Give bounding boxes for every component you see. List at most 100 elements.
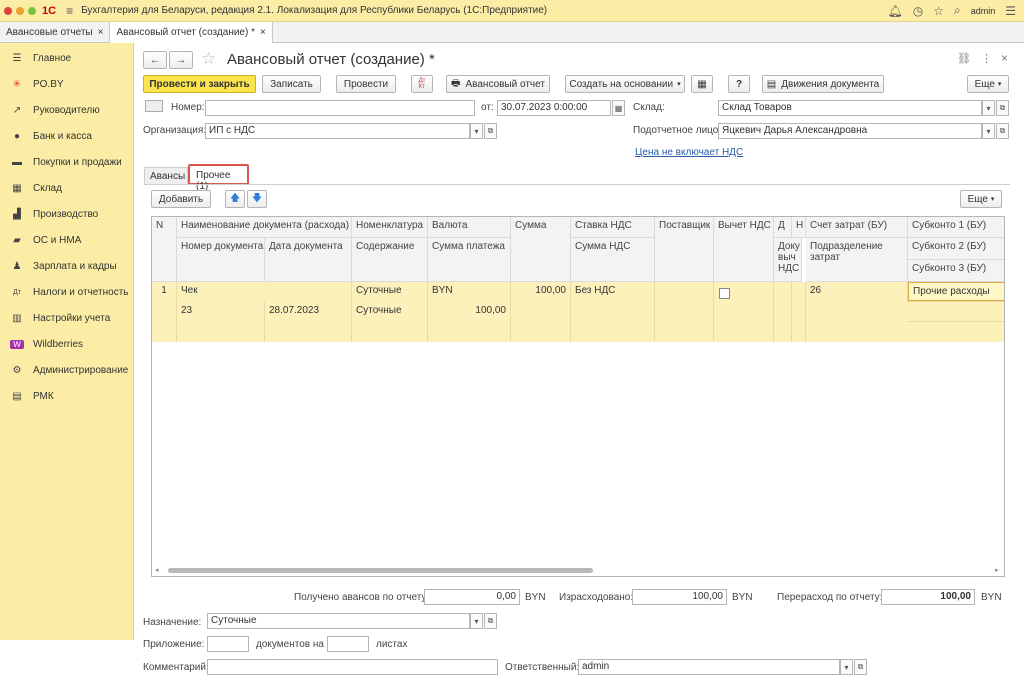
scroll-right-icon[interactable]: ▸ [995,566,999,574]
sidebar-item-sales[interactable]: ▬ Покупки и продажи [0,149,133,175]
cell-nomenclature[interactable]: Суточные [352,282,428,302]
minimize-window-icon[interactable] [16,6,24,15]
sidebar-item-bank[interactable]: ● Банк и касса [0,123,133,149]
number-field[interactable] [205,100,475,116]
tab-other[interactable]: Прочее (1) [188,164,249,192]
chevron-down-icon[interactable]: ▾ [840,659,853,675]
write-button[interactable]: Записать [262,75,321,93]
user-name[interactable]: admin [971,6,996,16]
cell-doc-date[interactable]: 28.07.2023 [265,302,352,342]
sidebar-item-fixed-assets[interactable]: ▰ ОС и НМА [0,227,133,253]
cell-cost-account[interactable]: 26 [806,282,908,302]
cell-subconto-1[interactable]: Прочие расходы [908,282,1004,301]
cell-subconto-2[interactable] [908,301,1004,321]
tab-advance-report-new[interactable]: Авансовый отчет (создание) * × [110,22,273,43]
table-row[interactable]: 1 Чек 23 28.07.2023 Суточные Суточные BY… [152,282,1004,342]
open-icon[interactable]: ⧉ [854,659,867,675]
cell-doc-name[interactable]: Чек [177,282,352,302]
bell-icon[interactable]: 🔔︎ [888,4,903,18]
movements-button[interactable]: ▤ Движения документа [762,75,884,93]
person-field[interactable]: Яцкевич Дарья Александровна [718,123,982,139]
close-form-icon[interactable]: × [1001,51,1008,65]
dt-kt-icon[interactable]: Дт Кт [411,75,433,93]
open-icon[interactable]: ⧉ [484,613,497,629]
sidebar-item-admin[interactable]: ⚙ Администрирование [0,357,133,383]
sidebar-item-taxes[interactable]: Дт Налоги и отчетность [0,279,133,305]
cell-h[interactable] [792,282,806,342]
move-down-icon[interactable]: 🡇 [247,190,267,208]
attachment-sheets-field[interactable] [327,636,369,652]
open-icon[interactable]: ⧉ [996,123,1009,139]
cell-vat-rate[interactable]: Без НДС [571,282,655,302]
vat-price-link[interactable]: Цена не включает НДС [635,147,743,158]
structure-icon[interactable]: ▦ [691,75,713,93]
chevron-down-icon[interactable]: ▾ [470,613,483,629]
grid-more-button[interactable]: Еще ▾ [960,190,1002,208]
search-icon[interactable]: ⌕ [954,3,961,18]
sidebar-item-rmk[interactable]: ▤ РМК [0,383,133,409]
cell-vat-sum[interactable] [571,302,655,342]
horizontal-scrollbar[interactable] [168,568,593,573]
create-based-button[interactable]: Создать на основании ▾ [565,75,685,93]
cell-supplier[interactable] [655,282,714,342]
attachment-docs-field[interactable] [207,636,249,652]
help-button[interactable]: ? [728,75,750,93]
sidebar-item-wildberries[interactable]: W Wildberries [0,331,133,357]
open-windows-bar: Авансовые отчеты × Авансовый отчет (созда… [0,22,1024,43]
book-icon: ▥ [12,312,22,324]
cell-currency[interactable]: BYN [428,282,511,302]
cell-pay-sum[interactable]: 100,00 [428,302,511,342]
cell-doc-number[interactable]: 23 [177,302,265,342]
responsible-field[interactable]: admin [578,659,840,675]
back-button[interactable]: ← [143,51,167,69]
expenses-table[interactable]: N Наименование документа (расхода) Номер… [151,216,1005,577]
tab-advances[interactable]: Авансы [144,167,188,185]
close-tab-icon[interactable]: × [98,27,104,38]
calendar-icon[interactable]: ▦ [612,100,625,116]
move-up-icon[interactable]: 🡅 [225,190,245,208]
more-icon[interactable]: ☰ [1005,4,1016,18]
close-window-icon[interactable] [4,6,12,15]
main-menu-icon[interactable]: ≡ [66,4,73,18]
cell-subconto-3[interactable] [908,321,1004,342]
more-button[interactable]: Еще ▾ [967,75,1009,93]
kebab-icon[interactable]: ⋮ [981,52,992,65]
tab-advance-reports[interactable]: Авансовые отчеты × [0,22,111,43]
sidebar-item-manager[interactable]: ↗ Руководителю [0,97,133,123]
open-icon[interactable]: ⧉ [996,100,1009,116]
post-and-close-button[interactable]: Провести и закрыть [143,75,256,93]
post-button[interactable]: Провести [336,75,396,93]
favorite-star-icon[interactable]: ☆ [201,49,216,69]
org-field[interactable]: ИП с НДС [205,123,470,139]
warehouse-field[interactable]: Склад Товаров [718,100,982,116]
sidebar-item-poby[interactable]: ✳ PO.BY [0,71,133,97]
movements-label: Движения документа [781,78,880,90]
star-icon[interactable]: ☆ [933,4,944,18]
sidebar-item-salary[interactable]: ♟ Зарплата и кадры [0,253,133,279]
cell-content[interactable]: Суточные [352,302,428,342]
open-icon[interactable]: ⧉ [484,123,497,139]
chevron-down-icon[interactable]: ▾ [982,100,995,116]
cell-d[interactable] [774,282,792,342]
date-field[interactable]: 30.07.2023 0:00:00 [497,100,611,116]
vat-deduct-checkbox[interactable] [719,288,730,299]
add-row-button[interactable]: Добавить [151,190,211,208]
sidebar-item-warehouse[interactable]: ▦ Склад [0,175,133,201]
purpose-field[interactable]: Суточные [207,613,470,629]
forward-button[interactable]: → [169,51,193,69]
sidebar-item-label: Главное [33,52,72,64]
cell-sum[interactable]: 100,00 [511,282,571,342]
print-report-button[interactable]: 🖶 Авансовый отчет [446,75,550,93]
sidebar-item-settings[interactable]: ▥ Настройки учета [0,305,133,331]
sidebar-item-main[interactable]: ☰ Главное [0,45,133,71]
barcode-icon[interactable] [145,100,163,112]
link-icon[interactable]: ⛓ [957,52,971,65]
scroll-left-icon[interactable]: ◂ [155,566,159,574]
sidebar-item-production[interactable]: ▟ Производство [0,201,133,227]
chevron-down-icon[interactable]: ▾ [470,123,483,139]
chevron-down-icon[interactable]: ▾ [982,123,995,139]
maximize-window-icon[interactable] [28,6,36,15]
close-tab-icon[interactable]: × [260,27,266,38]
history-icon[interactable]: ◷ [913,4,923,18]
comment-field[interactable] [207,659,498,675]
